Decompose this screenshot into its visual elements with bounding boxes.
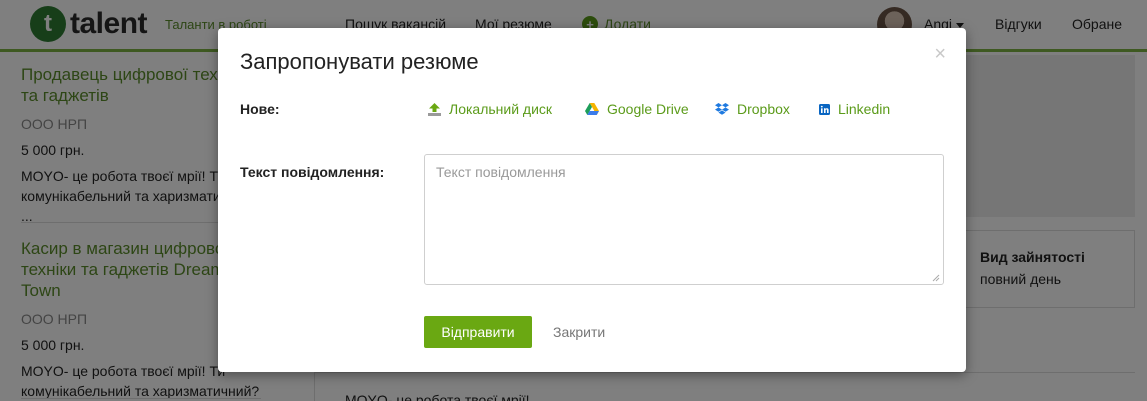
modal-title: Запропонувати резюме (240, 49, 479, 74)
linkedin-icon (819, 103, 830, 115)
send-button[interactable]: Відправити (424, 316, 532, 348)
message-label: Текст повідомлення: (240, 164, 385, 180)
upload-option-label: Google Drive (607, 101, 689, 117)
upload-dropbox[interactable]: Dropbox (715, 101, 790, 117)
google-drive-icon (585, 103, 599, 115)
upload-option-label: Linkedin (838, 101, 891, 117)
upload-option-label: Dropbox (737, 101, 790, 117)
upload-local-disk[interactable]: Локальний диск (428, 101, 552, 117)
propose-resume-modal: Запропонувати резюме × Нове: Локальний д… (218, 28, 966, 372)
upload-linkedin[interactable]: Linkedin (819, 101, 890, 117)
new-resume-label: Нове: (240, 101, 280, 117)
upload-option-label: Локальний диск (449, 101, 553, 117)
message-textarea[interactable] (424, 154, 944, 285)
upload-icon (428, 102, 441, 116)
close-button[interactable]: Закрити (553, 324, 605, 340)
upload-google-drive[interactable]: Google Drive (585, 101, 689, 117)
close-icon[interactable]: × (934, 43, 946, 66)
dropbox-icon (715, 102, 729, 115)
